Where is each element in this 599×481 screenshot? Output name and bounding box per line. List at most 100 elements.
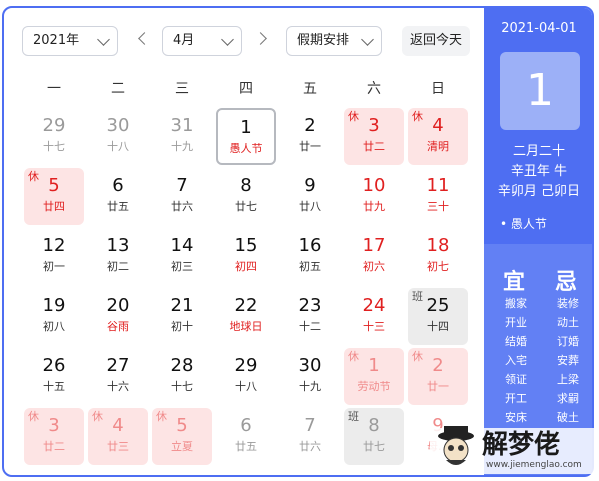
lunar-label: 初三 [171, 260, 193, 273]
lunar-label: 廿三 [107, 440, 129, 453]
date-cell[interactable]: 21 初十 [152, 288, 212, 345]
ji-item: 上梁 [557, 373, 579, 386]
back-to-today-button[interactable]: 返回今天 [402, 26, 470, 56]
date-cell[interactable]: 17 初六 [344, 228, 404, 285]
date-cell[interactable]: 15 初四 [216, 228, 276, 285]
date-cell[interactable]: 16 初五 [280, 228, 340, 285]
date-number: 21 [170, 295, 194, 316]
date-cell[interactable]: 30 十九 [280, 348, 340, 405]
date-cell[interactable]: 休 1 劳动节 [344, 348, 404, 405]
date-number: 10 [362, 175, 386, 196]
date-cell[interactable]: 20 谷雨 [88, 288, 148, 345]
date-cell[interactable]: 休 4 清明 [408, 108, 468, 165]
ji-title: 忌 [554, 270, 577, 295]
lunar-label: 清明 [427, 140, 449, 153]
date-cell[interactable]: 29 十七 [24, 108, 84, 165]
date-cell[interactable]: 2 廿一 [280, 108, 340, 165]
date-number: 28 [170, 355, 194, 376]
date-cell[interactable]: 12 初一 [24, 228, 84, 285]
date-cell[interactable]: 9 廿八 [280, 168, 340, 225]
date-number: 14 [170, 235, 194, 256]
prev-month-icon[interactable] [138, 32, 151, 45]
date-number: 5 [48, 175, 60, 196]
date-cell[interactable]: 19 初八 [24, 288, 84, 345]
weekday-label: 六 [367, 81, 381, 97]
date-cell[interactable]: 22 地球日 [216, 288, 276, 345]
date-number: 1 [368, 355, 380, 376]
ji-item: 订婚 [557, 335, 579, 348]
next-month-icon[interactable] [254, 32, 267, 45]
date-number: 19 [42, 295, 66, 316]
date-cell[interactable]: 31 十九 [152, 108, 212, 165]
chevron-down-icon [221, 33, 234, 46]
year-select[interactable]: 2021年 [22, 26, 118, 56]
lunar-label: 廿二 [363, 140, 385, 153]
selected-day-number: 1 [500, 52, 580, 130]
date-cell[interactable]: 6 廿五 [88, 168, 148, 225]
date-number: 20 [106, 295, 130, 316]
lunar-label: 廿五 [107, 200, 129, 213]
date-cell[interactable]: 班 8 廿七 [344, 408, 404, 465]
date-cell[interactable]: 1 愚人节 [216, 108, 276, 165]
date-cell[interactable]: 10 廿九 [344, 168, 404, 225]
date-cell[interactable]: 8 廿七 [216, 168, 276, 225]
lunar-label: 廿七 [235, 200, 257, 213]
lunar-label: 初四 [235, 260, 257, 273]
lunar-label: 劳动节 [357, 380, 391, 393]
lunar-label: 十八 [107, 140, 129, 153]
date-number: 29 [234, 355, 258, 376]
lunar-label: 初十 [171, 320, 193, 333]
ji-item: 动土 [557, 316, 579, 329]
month-select[interactable]: 4月 [162, 26, 242, 56]
lunar-label: 十七 [171, 380, 193, 393]
ji-item: 求嗣 [557, 392, 579, 405]
date-cell[interactable]: 11 三十 [408, 168, 468, 225]
date-cell[interactable]: 6 廿五 [216, 408, 276, 465]
date-cell[interactable]: 27 十六 [88, 348, 148, 405]
calendar-widget: 2021年 4月 假期安排 返回今天 一 二 三 四 五 六 日 29 十七 30 十… [2, 6, 594, 477]
date-cell[interactable]: 14 初三 [152, 228, 212, 285]
lunar-label: 廿九 [363, 200, 385, 213]
lunar-label: 廿五 [235, 440, 257, 453]
date-cell[interactable]: 休 3 廿二 [344, 108, 404, 165]
date-number: 8 [240, 175, 252, 196]
date-cell[interactable]: 休 3 廿二 [24, 408, 84, 465]
date-cell[interactable]: 休 4 廿三 [88, 408, 148, 465]
date-number: 6 [240, 415, 252, 436]
year-select-value: 2021年 [33, 33, 80, 48]
date-number: 23 [298, 295, 322, 316]
date-cell[interactable]: 13 初二 [88, 228, 148, 285]
lunar-label: 十八 [235, 380, 257, 393]
holiday-select[interactable]: 假期安排 [286, 26, 382, 56]
date-cell[interactable]: 23 十二 [280, 288, 340, 345]
date-cell[interactable]: 休 5 立夏 [152, 408, 212, 465]
weekday-label: 日 [431, 81, 445, 97]
date-cell[interactable]: 28 十七 [152, 348, 212, 405]
yi-item: 入宅 [505, 354, 527, 367]
date-cell[interactable]: 18 初七 [408, 228, 468, 285]
lunar-label: 愚人节 [229, 142, 263, 155]
date-cell[interactable]: 26 十五 [24, 348, 84, 405]
date-number: 3 [368, 115, 380, 136]
date-number: 24 [362, 295, 386, 316]
date-number: 2 [304, 115, 316, 136]
lunar-label: 初二 [107, 260, 129, 273]
date-cell[interactable]: 7 廿六 [280, 408, 340, 465]
date-number: 7 [304, 415, 316, 436]
date-cell[interactable]: 班 25 十四 [408, 288, 468, 345]
date-number: 2 [432, 355, 444, 376]
date-cell[interactable]: 29 十八 [216, 348, 276, 405]
date-cell[interactable]: 24 十三 [344, 288, 404, 345]
lunar-label: 初一 [43, 260, 65, 273]
lunar-label: 初八 [43, 320, 65, 333]
date-number: 15 [234, 235, 258, 256]
date-number: 4 [432, 115, 444, 136]
date-cell[interactable]: 7 廿六 [152, 168, 212, 225]
date-number: 18 [426, 235, 450, 256]
date-cell[interactable]: 休 5 廿四 [24, 168, 84, 225]
date-cell[interactable]: 30 十八 [88, 108, 148, 165]
ji-item: 装修 [557, 297, 579, 310]
yi-item: 开业 [505, 316, 527, 329]
date-number: 6 [112, 175, 124, 196]
date-cell[interactable]: 休 2 廿一 [408, 348, 468, 405]
